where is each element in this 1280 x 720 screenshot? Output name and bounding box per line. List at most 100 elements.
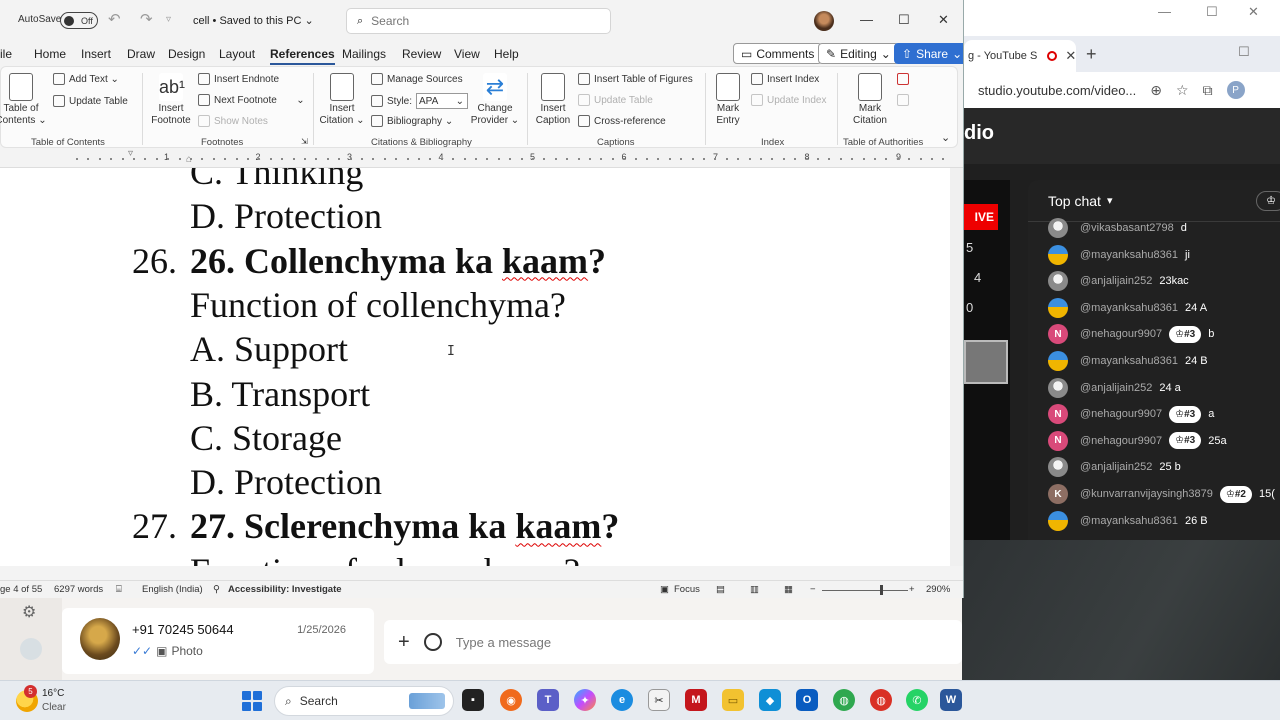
- message-composer[interactable]: + Type a message: [384, 620, 962, 664]
- collapse-ribbon-icon[interactable]: ⌄: [941, 131, 950, 144]
- teams-icon[interactable]: T: [537, 689, 559, 711]
- address-bar[interactable]: studio.youtube.com/video... ⊕ ☆ ⧉ P: [964, 72, 1280, 108]
- question-heading[interactable]: 26. Collenchyma ka kaam?: [190, 241, 606, 281]
- dialog-launcher-icon[interactable]: ⇲: [301, 137, 308, 146]
- document-name[interactable]: cell • Saved to this PC ⌄: [193, 14, 314, 27]
- quick-access-dropdown-icon[interactable]: ▿: [166, 14, 171, 25]
- chat-username[interactable]: @anjalijain252: [1080, 461, 1152, 473]
- search-box[interactable]: ⌕: [346, 8, 611, 34]
- task-view-icon[interactable]: ▪: [462, 689, 484, 711]
- insert-table-of-authorities-icon[interactable]: [897, 73, 913, 85]
- word-count[interactable]: 6297 words: [54, 584, 103, 595]
- tab-layout[interactable]: Layout: [219, 47, 255, 61]
- chat-username[interactable]: @mayanksahu8361: [1080, 302, 1178, 314]
- chat-avatar[interactable]: [1048, 297, 1068, 318]
- chat-username[interactable]: @nehagour9907: [1080, 435, 1162, 447]
- user-avatar[interactable]: [814, 11, 834, 31]
- chat-message[interactable]: N @nehagour9907 ♔#3 b: [1048, 324, 1214, 345]
- document-text-line[interactable]: D. Protection: [190, 196, 382, 236]
- tab-help[interactable]: Help: [494, 47, 519, 61]
- chat-message[interactable]: N @nehagour9907 ♔#3 a: [1048, 404, 1214, 425]
- chat-avatar[interactable]: N: [1048, 404, 1068, 425]
- document-text-line[interactable]: C. Thinking: [190, 168, 363, 192]
- page-count[interactable]: ge 4 of 55: [0, 584, 42, 595]
- document-text-line[interactable]: B. Transport: [190, 374, 370, 414]
- chrome-icon[interactable]: ◍: [833, 689, 855, 711]
- tab-view[interactable]: View: [454, 47, 480, 61]
- tab-references[interactable]: References: [270, 47, 335, 65]
- stream-preview-thumbnail[interactable]: [964, 340, 1008, 384]
- proofing-icon[interactable]: ⌸: [116, 584, 122, 595]
- update-table-button[interactable]: Update Table: [53, 95, 128, 107]
- zoom-level[interactable]: 290%: [926, 584, 950, 595]
- tab-home[interactable]: Home: [34, 47, 66, 61]
- print-layout-icon[interactable]: ▥: [750, 584, 759, 595]
- comments-button[interactable]: ▭ Comments: [733, 43, 823, 64]
- chat-avatar[interactable]: [1048, 377, 1068, 398]
- style-dropdown[interactable]: APA ⌄: [416, 93, 469, 109]
- chat-message[interactable]: @mayanksahu8361 24 A: [1048, 297, 1207, 318]
- mcafee-icon[interactable]: M: [685, 689, 707, 711]
- document-text-line[interactable]: A. Support: [190, 329, 348, 369]
- message-input[interactable]: Type a message: [456, 635, 551, 650]
- zoom-out-icon[interactable]: −: [810, 584, 816, 595]
- window-restore-icon[interactable]: ☐: [1238, 44, 1250, 60]
- chat-username[interactable]: @mayanksahu8361: [1080, 355, 1178, 367]
- insert-citation-button[interactable]: Insert Citation ⌄: [317, 73, 367, 127]
- chat-username[interactable]: @kunvarranvijaysingh3879: [1080, 488, 1213, 500]
- chat-message[interactable]: @anjalijain252 25 b: [1048, 457, 1181, 478]
- focus-button[interactable]: Focus: [674, 584, 700, 595]
- chat-username[interactable]: @vikasbasant2798: [1080, 222, 1174, 234]
- chat-avatar[interactable]: [1048, 271, 1068, 292]
- chat-message[interactable]: @anjalijain252 24 a: [1048, 377, 1181, 398]
- zoom-in-icon[interactable]: +: [909, 584, 915, 595]
- web-layout-icon[interactable]: ▦: [784, 584, 793, 595]
- insert-table-of-figures-button[interactable]: Insert Table of Figures: [578, 73, 693, 85]
- chrome-profile-icon[interactable]: ◍: [870, 689, 892, 711]
- close-icon[interactable]: ✕: [1248, 4, 1259, 20]
- manage-sources-button[interactable]: Manage Sources: [371, 73, 463, 85]
- tab-review[interactable]: Review: [402, 47, 441, 61]
- chat-avatar[interactable]: [1048, 510, 1068, 531]
- emoji-icon[interactable]: [423, 633, 442, 651]
- share-button[interactable]: ⇧ Share ⌄: [894, 43, 963, 64]
- vertical-scrollbar[interactable]: [950, 168, 963, 566]
- bibliography-button[interactable]: Bibliography ⌄: [371, 115, 453, 127]
- chat-avatar[interactable]: N: [1048, 324, 1068, 345]
- chat-message[interactable]: @mayanksahu8361 ji: [1048, 244, 1190, 265]
- chat-username[interactable]: @mayanksahu8361: [1080, 249, 1178, 261]
- next-footnote-button[interactable]: Next Footnote ⌄: [198, 94, 305, 106]
- question-heading[interactable]: 27. Sclerenchyma ka kaam?: [190, 506, 619, 546]
- chat-header[interactable]: Top chat ▾ ♔: [1028, 180, 1280, 222]
- minimize-icon[interactable]: —: [860, 12, 873, 27]
- chevron-down-icon[interactable]: ▾: [1107, 194, 1113, 207]
- tab-youtube-studio[interactable]: g - YouTube S ✕: [964, 40, 1076, 72]
- firefox-icon[interactable]: ◉: [500, 689, 522, 711]
- word-icon[interactable]: W: [940, 689, 962, 711]
- outlook-icon[interactable]: O: [796, 689, 818, 711]
- tab-insert[interactable]: Insert: [81, 47, 111, 61]
- document-text-line[interactable]: Function of sclerenchyma?: [190, 551, 580, 566]
- tab-design[interactable]: Design: [168, 47, 205, 61]
- chat-username[interactable]: @nehagour9907: [1080, 408, 1162, 420]
- tab-file[interactable]: ile: [0, 47, 12, 61]
- chat-avatar[interactable]: [1048, 244, 1068, 265]
- chat-list-item[interactable]: +91 70245 50644 1/25/2026 ✓✓ ▣ Photo: [62, 608, 374, 674]
- chat-username[interactable]: @anjalijain252: [1080, 275, 1152, 287]
- insert-endnote-button[interactable]: Insert Endnote: [198, 73, 279, 85]
- search-input[interactable]: [371, 14, 572, 28]
- bookmark-star-icon[interactable]: ☆: [1176, 82, 1189, 99]
- change-provider-button[interactable]: ⇄ Change Provider ⌄: [467, 73, 523, 127]
- copilot-icon[interactable]: ✦: [574, 689, 596, 711]
- taskbar-search[interactable]: ⌕ Search: [274, 686, 454, 716]
- chat-avatar[interactable]: [1048, 351, 1068, 371]
- chat-avatar[interactable]: [1048, 218, 1068, 238]
- close-icon[interactable]: ✕: [938, 12, 949, 28]
- update-index-button[interactable]: Update Index: [751, 94, 827, 106]
- chat-message[interactable]: @anjalijain252 23kac: [1048, 271, 1189, 292]
- read-mode-icon[interactable]: ▤: [716, 584, 725, 595]
- profile-avatar[interactable]: [20, 638, 42, 660]
- chat-message[interactable]: @vikasbasant2798 d: [1048, 218, 1187, 238]
- zoom-slider-thumb[interactable]: [880, 585, 883, 595]
- chat-avatar[interactable]: K: [1048, 484, 1068, 504]
